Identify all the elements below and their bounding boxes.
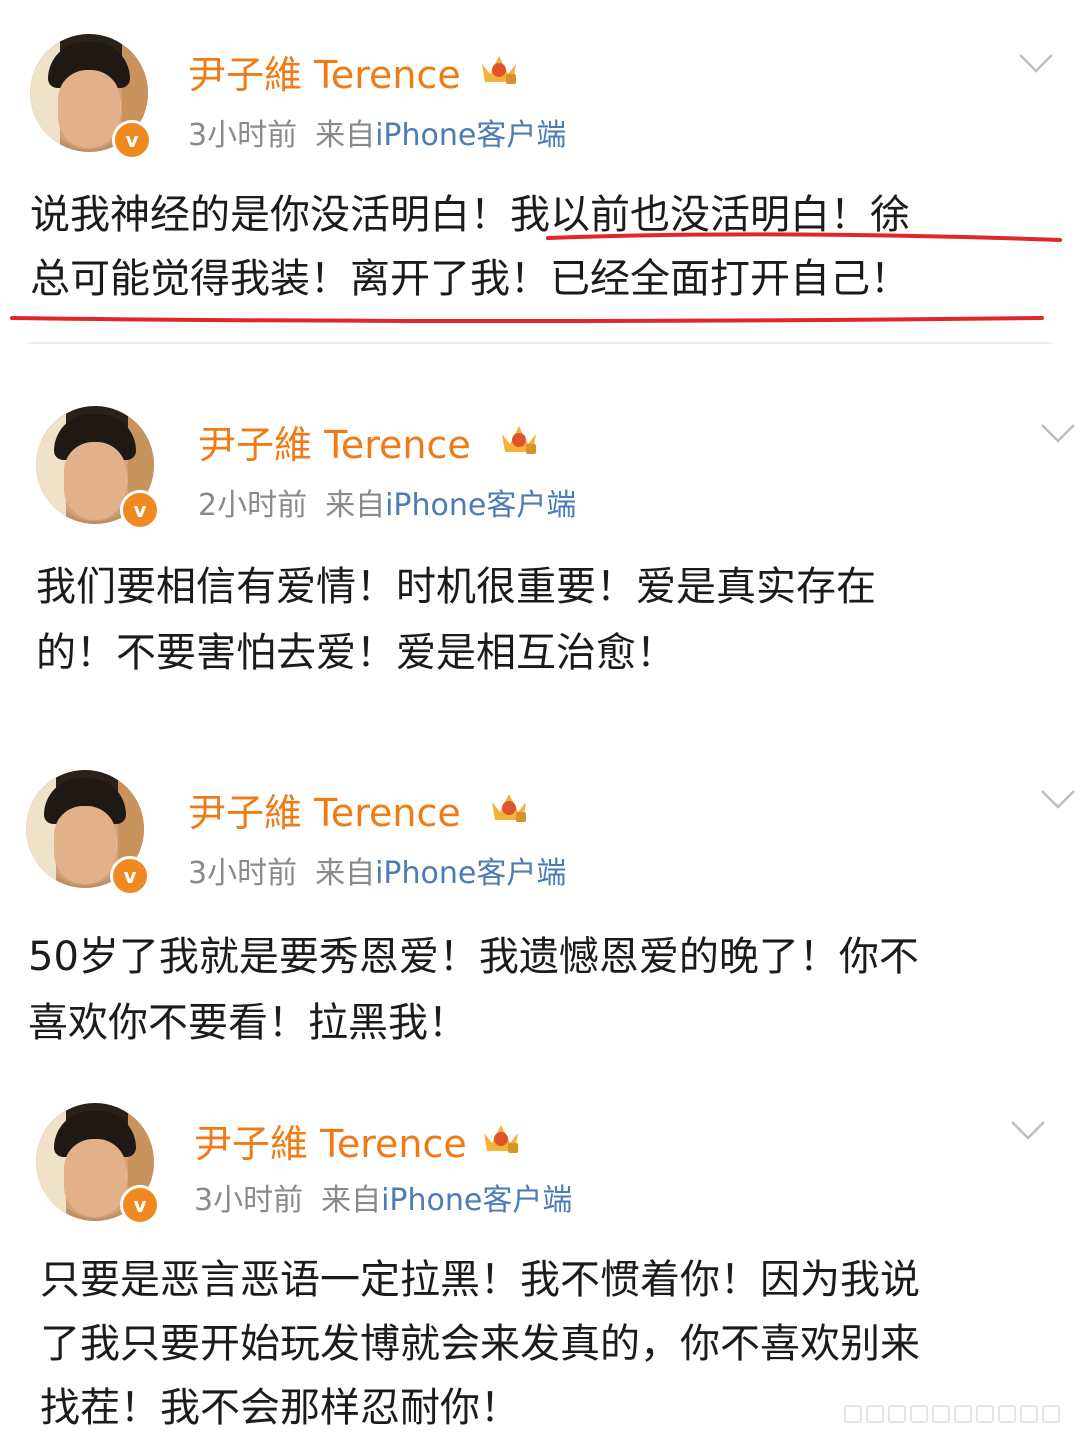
post-time: 2小时前	[198, 488, 308, 523]
chevron-down-icon[interactable]	[1040, 422, 1076, 444]
post-text-line: 了我只要开始玩发博就会来发真的，你不喜欢别来	[40, 1321, 920, 1367]
weibo-post-4: v 尹子維 Terence 3小时前 来自iPhone客户端 只要是恶言恶语一定拉…	[0, 1075, 1080, 1441]
post-text-line: 我们要相信有爱情！时机很重要！爱是真实存在	[36, 564, 876, 610]
post-meta: 2小时前 来自iPhone客户端	[198, 480, 576, 524]
post-time: 3小时前	[188, 856, 298, 891]
crown-icon	[502, 426, 536, 454]
post-time: 3小时前	[194, 1183, 304, 1218]
source-link[interactable]: iPhone客户端	[381, 1183, 572, 1218]
author-name[interactable]: 尹子維 Terence	[194, 1113, 467, 1168]
chevron-down-icon[interactable]	[1040, 788, 1076, 810]
post-text-line: 的！不要害怕去爱！爱是相互治愈！	[36, 630, 676, 676]
red-underline-annotation	[10, 232, 1062, 323]
verified-badge-icon: v	[120, 1185, 160, 1225]
post-meta: 3小时前 来自iPhone客户端	[194, 1175, 572, 1219]
post-text-line: 只要是恶言恶语一定拉黑！我不惯着你！因为我说	[40, 1257, 920, 1303]
weibo-post-2: v 尹子維 Terence 2小时前 来自iPhone客户端 我们要相信有爱情！时…	[0, 370, 1080, 700]
post-divider	[28, 342, 1052, 344]
from-label: 来自	[325, 488, 386, 523]
post-text-line: 找茬！我不会那样忍耐你！	[40, 1385, 520, 1431]
source-link[interactable]: iPhone客户端	[375, 856, 566, 891]
crown-icon	[484, 1125, 518, 1153]
chevron-down-icon[interactable]	[1010, 1119, 1046, 1141]
verified-badge-icon: v	[110, 856, 150, 896]
weibo-post-3: v 尹子維 Terence 3小时前 来自iPhone客户端 50岁了我就是要秀恩…	[0, 740, 1080, 1070]
post-text-line: 喜欢你不要看！拉黑我！	[28, 1000, 468, 1046]
post-meta: 3小时前 来自iPhone客户端	[188, 848, 566, 892]
author-name[interactable]: 尹子維 Terence	[188, 782, 461, 837]
from-label: 来自	[321, 1183, 382, 1218]
crown-icon	[492, 794, 526, 822]
watermark-dots	[844, 1405, 1060, 1423]
from-label: 来自	[315, 856, 376, 891]
verified-badge-icon: v	[120, 490, 160, 530]
post-text-line: 50岁了我就是要秀恩爱！我遗憾恩爱的晚了！你不	[28, 934, 919, 980]
source-link[interactable]: iPhone客户端	[385, 488, 576, 523]
author-name[interactable]: 尹子維 Terence	[198, 414, 471, 469]
weibo-post-1: v 尹子維 Terence 3小时前 来自iPhone客户端 说我神经的是你没活明…	[0, 0, 1080, 344]
